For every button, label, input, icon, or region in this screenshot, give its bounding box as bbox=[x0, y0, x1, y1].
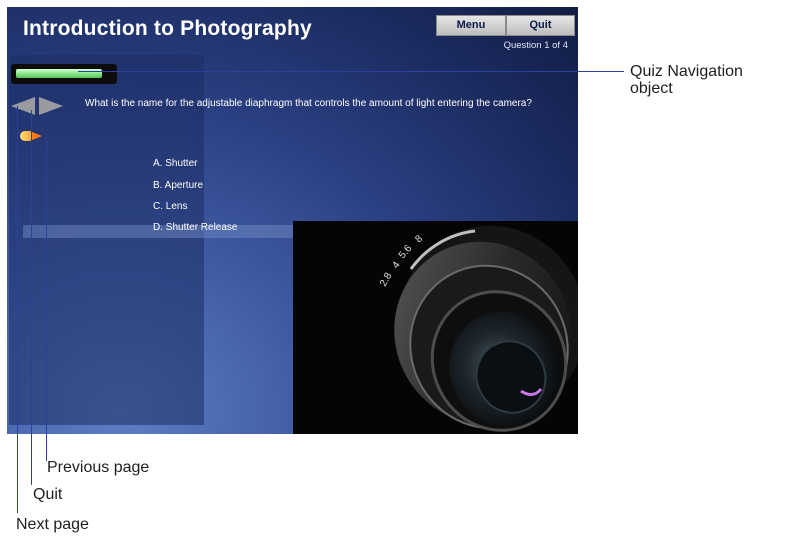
callout-line-quiz-navigation bbox=[78, 71, 624, 72]
page-title: Introduction to Photography bbox=[23, 17, 312, 40]
answer-option[interactable]: C. Lens bbox=[153, 201, 187, 212]
answer-option[interactable]: B. Aperture bbox=[153, 180, 203, 191]
callout-line-next-page bbox=[17, 106, 18, 513]
menu-button[interactable]: Menu bbox=[436, 15, 506, 36]
callout-quiz-navigation: Quiz Navigation object bbox=[630, 63, 790, 97]
quit-arrow-tip bbox=[32, 132, 42, 140]
callout-previous-page: Previous page bbox=[47, 459, 150, 476]
lens-marking: 4 bbox=[390, 259, 402, 270]
quit-button[interactable]: Quit bbox=[506, 15, 575, 36]
question-counter: Question 1 of 4 bbox=[503, 40, 568, 51]
camera-lens-illustration: 2.8 4 5.6 8 bbox=[378, 225, 578, 432]
callout-line-previous-page bbox=[46, 137, 47, 461]
callout-quiz-navigation-text: Quiz Navigation object bbox=[630, 63, 743, 97]
answer-option[interactable]: D. Shutter Release bbox=[153, 222, 238, 233]
callout-line-quit bbox=[31, 110, 32, 485]
callout-next-page: Next page bbox=[16, 516, 89, 533]
answer-option[interactable]: A. Shutter bbox=[153, 158, 197, 169]
right-arrow-icon[interactable] bbox=[39, 97, 63, 115]
lens-photo: 2.8 4 5.6 8 bbox=[293, 221, 578, 434]
quiz-navigation-progress bbox=[11, 64, 117, 84]
lens-marking: 8 bbox=[413, 233, 425, 245]
callout-quit: Quit bbox=[33, 486, 63, 503]
lens-marking: 5.6 bbox=[397, 243, 415, 261]
lens-marking: 2.8 bbox=[378, 271, 395, 289]
question-text: What is the name for the adjustable diap… bbox=[85, 98, 532, 109]
quit-arrow-icon[interactable] bbox=[20, 130, 44, 142]
